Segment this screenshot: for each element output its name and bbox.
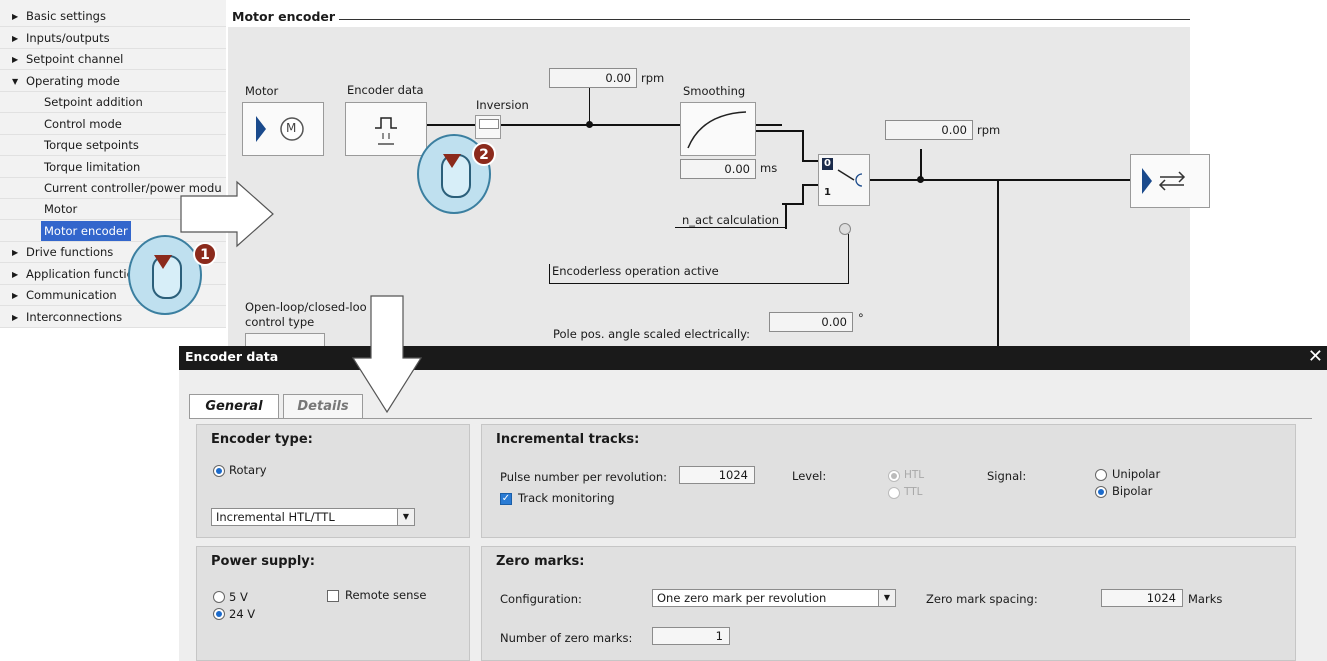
annotation-arrows	[180, 180, 423, 414]
annotation-arrow-down-icon	[351, 295, 423, 414]
click-arrow-icon	[443, 154, 461, 168]
mouse-click-icon	[128, 235, 202, 315]
annotation-arrow-right-icon	[180, 180, 274, 248]
step-badge-1: 1	[193, 242, 217, 266]
click-arrow-icon	[154, 255, 172, 269]
step-badge-2: 2	[472, 142, 496, 166]
